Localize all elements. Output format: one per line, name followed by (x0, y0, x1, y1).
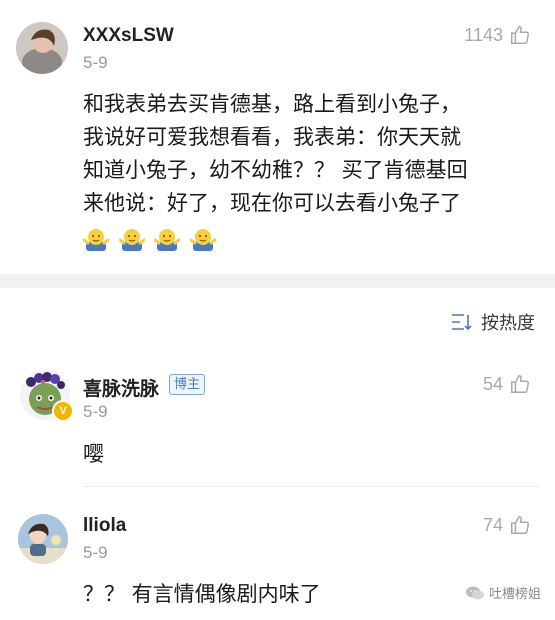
shrug-emoji-icon (118, 229, 145, 251)
reply-username[interactable]: lliola (83, 515, 126, 537)
reply-text: 嘤 (83, 442, 104, 466)
comment-text-line: 和我表弟去买肯德基，路上看到小兔子， (83, 92, 461, 116)
thumbs-up-icon (511, 26, 529, 44)
thumbs-up-icon (511, 375, 529, 393)
sort-by-hot-button[interactable]: 按热度 (451, 309, 535, 335)
comment-username[interactable]: XXXsLSW (83, 25, 174, 47)
avatar[interactable]: V (20, 370, 74, 422)
emoji-row (83, 222, 543, 255)
user-avatar-image (16, 22, 68, 74)
comment-text-line: 我说好可爱我想看看，我表弟：你天天就 (83, 125, 461, 149)
author-badge: 博主 (169, 374, 206, 395)
like-count: 54 (482, 373, 503, 394)
avatar[interactable] (18, 514, 68, 564)
like-count: 1143 (464, 24, 503, 45)
shrug-emoji-icon (83, 229, 109, 251)
reply-date: 5-9 (83, 402, 108, 421)
comment-text-line: 知道小兔子，幼不幼稚？？ 买了肯德基回 (83, 158, 468, 182)
avatar[interactable] (16, 22, 68, 74)
shrug-emoji-icon (190, 229, 217, 251)
wechat-icon (465, 586, 484, 599)
watermark: 吐槽榜姐 (465, 583, 541, 602)
reply-date: 5-9 (83, 543, 108, 562)
verified-badge-icon: V (52, 400, 74, 422)
like-button[interactable]: 74 (483, 514, 531, 536)
sort-label: 按热度 (481, 313, 535, 334)
like-button[interactable]: 1143 (464, 24, 531, 46)
comment-text: 和我表弟去买肯德基，路上看到小兔子， 我说好可爱我想看看，我表弟：你天天就 知道… (83, 88, 543, 255)
thumbs-up-icon (511, 516, 529, 534)
reply-separator (83, 486, 539, 487)
section-divider (0, 274, 555, 288)
watermark-text: 吐槽榜姐 (488, 587, 541, 602)
reply-text: ？？ 有言情偶像剧内味了 (83, 582, 321, 606)
comment-text-line: 来他说：好了，现在你可以去看小兔子了 (83, 191, 461, 215)
like-count: 74 (482, 514, 503, 535)
shrug-emoji-icon (154, 229, 181, 251)
comment-date: 5-9 (83, 53, 108, 72)
sort-icon (452, 314, 472, 331)
reply-username[interactable]: 喜脉洗脉 (83, 374, 159, 401)
like-button[interactable]: 54 (483, 373, 531, 395)
user-avatar-image (18, 514, 68, 564)
